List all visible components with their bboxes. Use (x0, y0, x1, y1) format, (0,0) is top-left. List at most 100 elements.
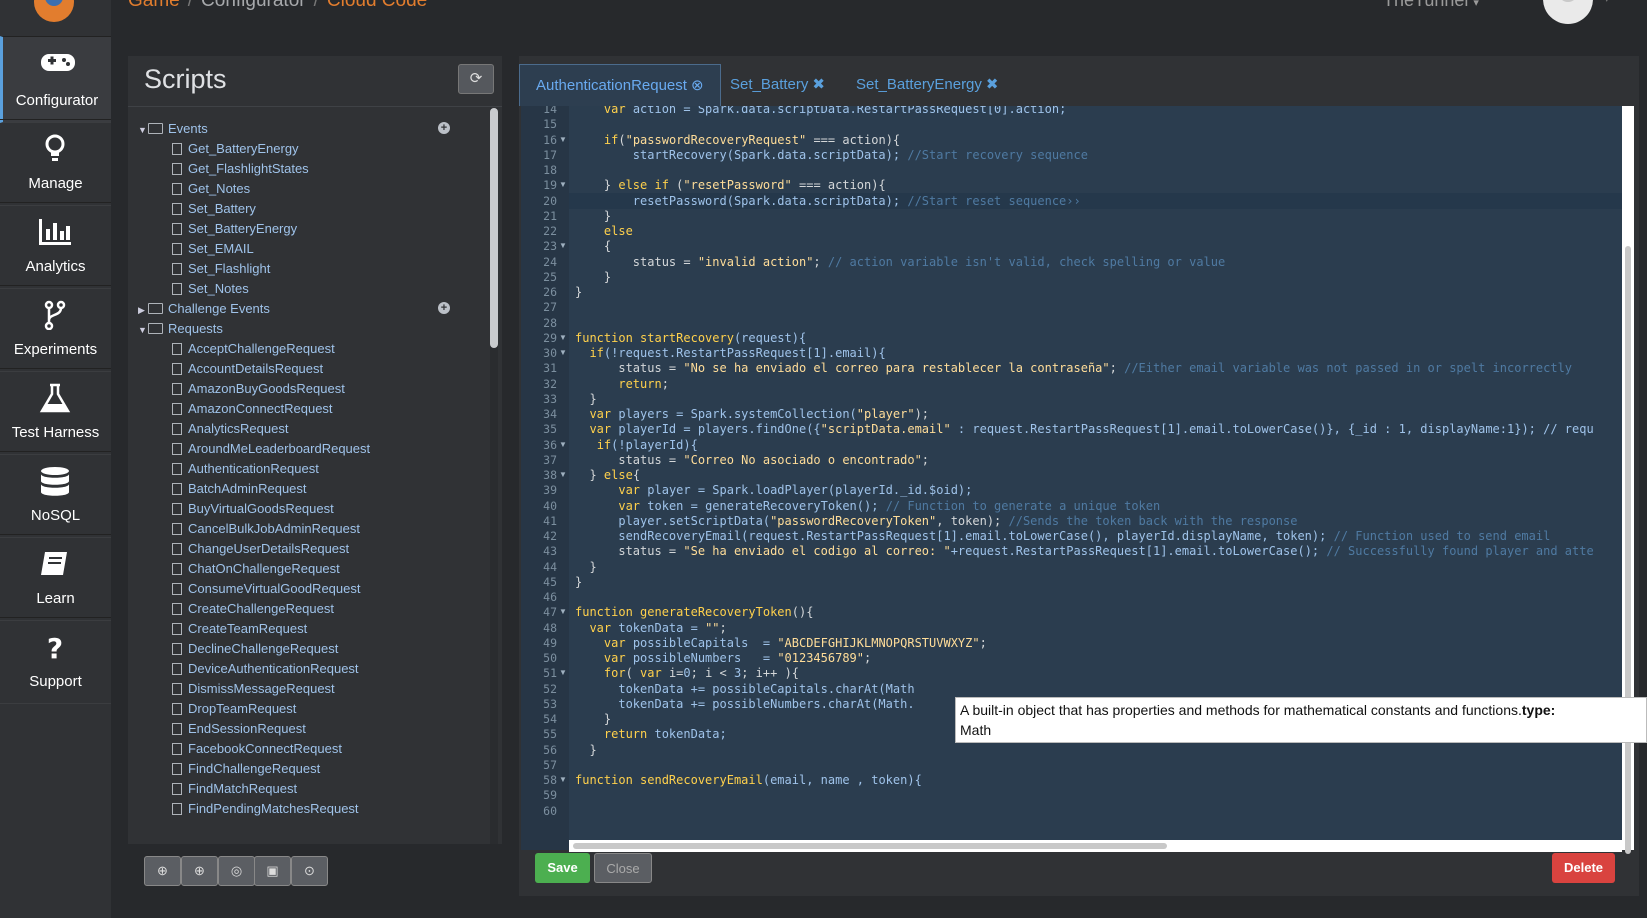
tree-item[interactable]: Set_Notes (172, 278, 249, 299)
tab-authenticationrequest[interactable]: AuthenticationRequest ⊗ (519, 64, 721, 106)
tree-item[interactable]: AccountDetailsRequest (172, 358, 323, 379)
refresh-button[interactable]: ⟳ (458, 64, 494, 94)
close-icon[interactable]: ✖ (986, 76, 999, 93)
nav-item-support[interactable]: ? Support (0, 617, 111, 704)
tree-item[interactable]: DropTeamRequest (172, 698, 296, 719)
code-line[interactable]: var tokenData = ""; (575, 620, 726, 636)
code-line[interactable]: var possibleCapitals = "ABCDEFGHIJKLMNOP… (575, 635, 987, 651)
code-line[interactable]: tokenData += possibleNumbers.charAt(Math… (575, 696, 914, 712)
nav-item-experiments[interactable]: Experiments (0, 285, 111, 372)
code-horizontal-scrollbar-thumb[interactable] (573, 843, 1167, 849)
save-button[interactable]: Save (535, 853, 590, 883)
code-line[interactable]: } (575, 559, 596, 575)
code-line[interactable]: } (575, 284, 582, 300)
code-line[interactable]: } (575, 391, 596, 407)
github-button[interactable]: ◎ (218, 856, 255, 886)
avatar[interactable] (1543, 0, 1593, 24)
tree-folder[interactable]: ▼ Events (138, 118, 208, 139)
code-line[interactable]: status = "No se ha enviado el correo par… (575, 360, 1572, 376)
code-line[interactable]: for( var i=0; i < 3; i++ ){ (575, 665, 799, 681)
fold-arrow-icon[interactable]: ▼ (559, 604, 567, 620)
fold-arrow-icon[interactable]: ▼ (559, 238, 567, 254)
code-line[interactable]: } (575, 711, 611, 727)
code-line[interactable]: } (575, 208, 611, 224)
tree-item[interactable]: Get_BatteryEnergy (172, 138, 299, 159)
code-vertical-scrollbar-thumb[interactable] (1625, 246, 1631, 854)
tree-item[interactable]: ChangeUserDetailsRequest (172, 538, 349, 559)
close-icon[interactable]: ✖ (812, 76, 825, 93)
tree-item[interactable]: FindChallengeRequest (172, 758, 320, 779)
close-button[interactable]: Close (594, 853, 652, 883)
chevron-down-icon[interactable]: ▾ (1604, 0, 1610, 5)
delete-button[interactable]: Delete (1552, 853, 1615, 883)
tab-set_batteryenergy[interactable]: Set_BatteryEnergy ✖ (840, 64, 1014, 106)
breadcrumb-configurator[interactable]: Configurator (201, 0, 306, 11)
code-line[interactable]: status = "Correo No asociado o encontrad… (575, 452, 929, 468)
code-line[interactable]: player.setScriptData("passwordRecoveryTo… (575, 513, 1297, 529)
tree-item[interactable]: AcceptChallengeRequest (172, 338, 335, 359)
user-menu[interactable]: TheTunnel ▾ (1383, 0, 1479, 11)
tree-item[interactable]: BatchAdminRequest (172, 478, 307, 499)
code-line[interactable]: } (575, 269, 611, 285)
logo-icon[interactable] (34, 0, 74, 22)
tree-item[interactable]: AnalyticsRequest (172, 418, 288, 439)
code-line[interactable]: function sendRecoveryEmail(email, name ,… (575, 772, 922, 788)
tree-folder[interactable]: ▼ Requests (138, 318, 223, 339)
caret-down-icon[interactable]: ▼ (138, 120, 148, 141)
code-line[interactable]: var playerId = players.findOne({"scriptD… (575, 421, 1593, 437)
tree-item[interactable]: FindPendingMatchesRequest (172, 798, 359, 819)
code-line[interactable]: { (575, 238, 611, 254)
tree-item[interactable]: ChatOnChallengeRequest (172, 558, 340, 579)
code-line[interactable]: sendRecoveryEmail(request.RestartPassReq… (575, 528, 1550, 544)
tree-item[interactable]: EndSessionRequest (172, 718, 306, 739)
code-line[interactable]: } else if ("resetPassword" === action){ (575, 177, 886, 193)
nav-item-learn[interactable]: Learn (0, 534, 111, 621)
tree-item[interactable]: Get_Notes (172, 178, 250, 199)
code-line[interactable]: resetPassword(Spark.data.scriptData); //… (575, 193, 1081, 209)
code-line[interactable]: var player = Spark.loadPlayer(playerId._… (575, 482, 972, 498)
tab-set_battery[interactable]: Set_Battery ✖ (714, 64, 841, 106)
code-line[interactable]: var action = Spark.data.scriptData.Resta… (575, 106, 1066, 117)
tree-scrollbar-thumb[interactable] (490, 108, 498, 348)
import-button[interactable]: ⊕ (144, 856, 181, 886)
tree-item[interactable]: AuthenticationRequest (172, 458, 319, 479)
nav-item-nosql[interactable]: NoSQL (0, 451, 111, 538)
fold-arrow-icon[interactable]: ▼ (559, 345, 567, 361)
code-line[interactable]: } else{ (575, 467, 640, 483)
history-button[interactable]: ⊙ (291, 856, 328, 886)
tree-item[interactable]: AmazonBuyGoodsRequest (172, 378, 345, 399)
fold-arrow-icon[interactable]: ▼ (559, 437, 567, 453)
tree-item[interactable]: Set_BatteryEnergy (172, 218, 297, 239)
fold-arrow-icon[interactable]: ▼ (559, 330, 567, 346)
fold-arrow-icon[interactable]: ▼ (559, 177, 567, 193)
code-line[interactable]: tokenData += possibleCapitals.charAt(Mat… (575, 681, 914, 697)
tree-item[interactable]: DismissMessageRequest (172, 678, 335, 699)
tree-item[interactable]: Get_FlashlightStates (172, 158, 309, 179)
code-line[interactable]: status = "invalid action"; // action var… (575, 254, 1225, 270)
tree-item[interactable]: AroundMeLeaderboardRequest (172, 438, 370, 459)
tree-item[interactable]: BuyVirtualGoodsRequest (172, 498, 334, 519)
code-line[interactable]: if(!request.RestartPassRequest[1].email)… (575, 345, 885, 361)
code-line[interactable]: if("passwordRecoveryRequest" === action)… (575, 132, 900, 148)
code-line[interactable]: startRecovery(Spark.data.scriptData); //… (575, 147, 1088, 163)
add-icon[interactable]: + (438, 122, 450, 134)
fold-arrow-icon[interactable]: ▼ (559, 665, 567, 681)
tree-item[interactable]: FacebookConnectRequest (172, 738, 342, 759)
tree-item[interactable]: Set_Battery (172, 198, 256, 219)
fold-arrow-icon[interactable]: ▼ (559, 467, 567, 483)
code-line[interactable]: if(!playerId){ (575, 437, 698, 453)
tree-item[interactable]: CreateTeamRequest (172, 618, 307, 639)
code-line[interactable]: var token = generateRecoveryToken(); // … (575, 498, 1160, 514)
nav-item-configurator[interactable]: Configurator (0, 36, 111, 123)
tree-item[interactable]: CreateChallengeRequest (172, 598, 334, 619)
add-icon[interactable]: + (438, 302, 450, 314)
close-icon[interactable]: ⊗ (691, 77, 704, 94)
code-line[interactable]: status = "Se ha enviado el codigo al cor… (575, 543, 1593, 559)
fold-arrow-icon[interactable]: ▼ (559, 132, 567, 148)
code-line[interactable]: var players = Spark.systemCollection("pl… (575, 406, 929, 422)
tree-folder[interactable]: ▶ Challenge Events (138, 298, 270, 319)
code-line[interactable]: return; (575, 376, 669, 392)
code-line[interactable]: } (575, 742, 596, 758)
tree-item[interactable]: ConsumeVirtualGoodRequest (172, 578, 360, 599)
tree-item[interactable]: AmazonConnectRequest (172, 398, 333, 419)
